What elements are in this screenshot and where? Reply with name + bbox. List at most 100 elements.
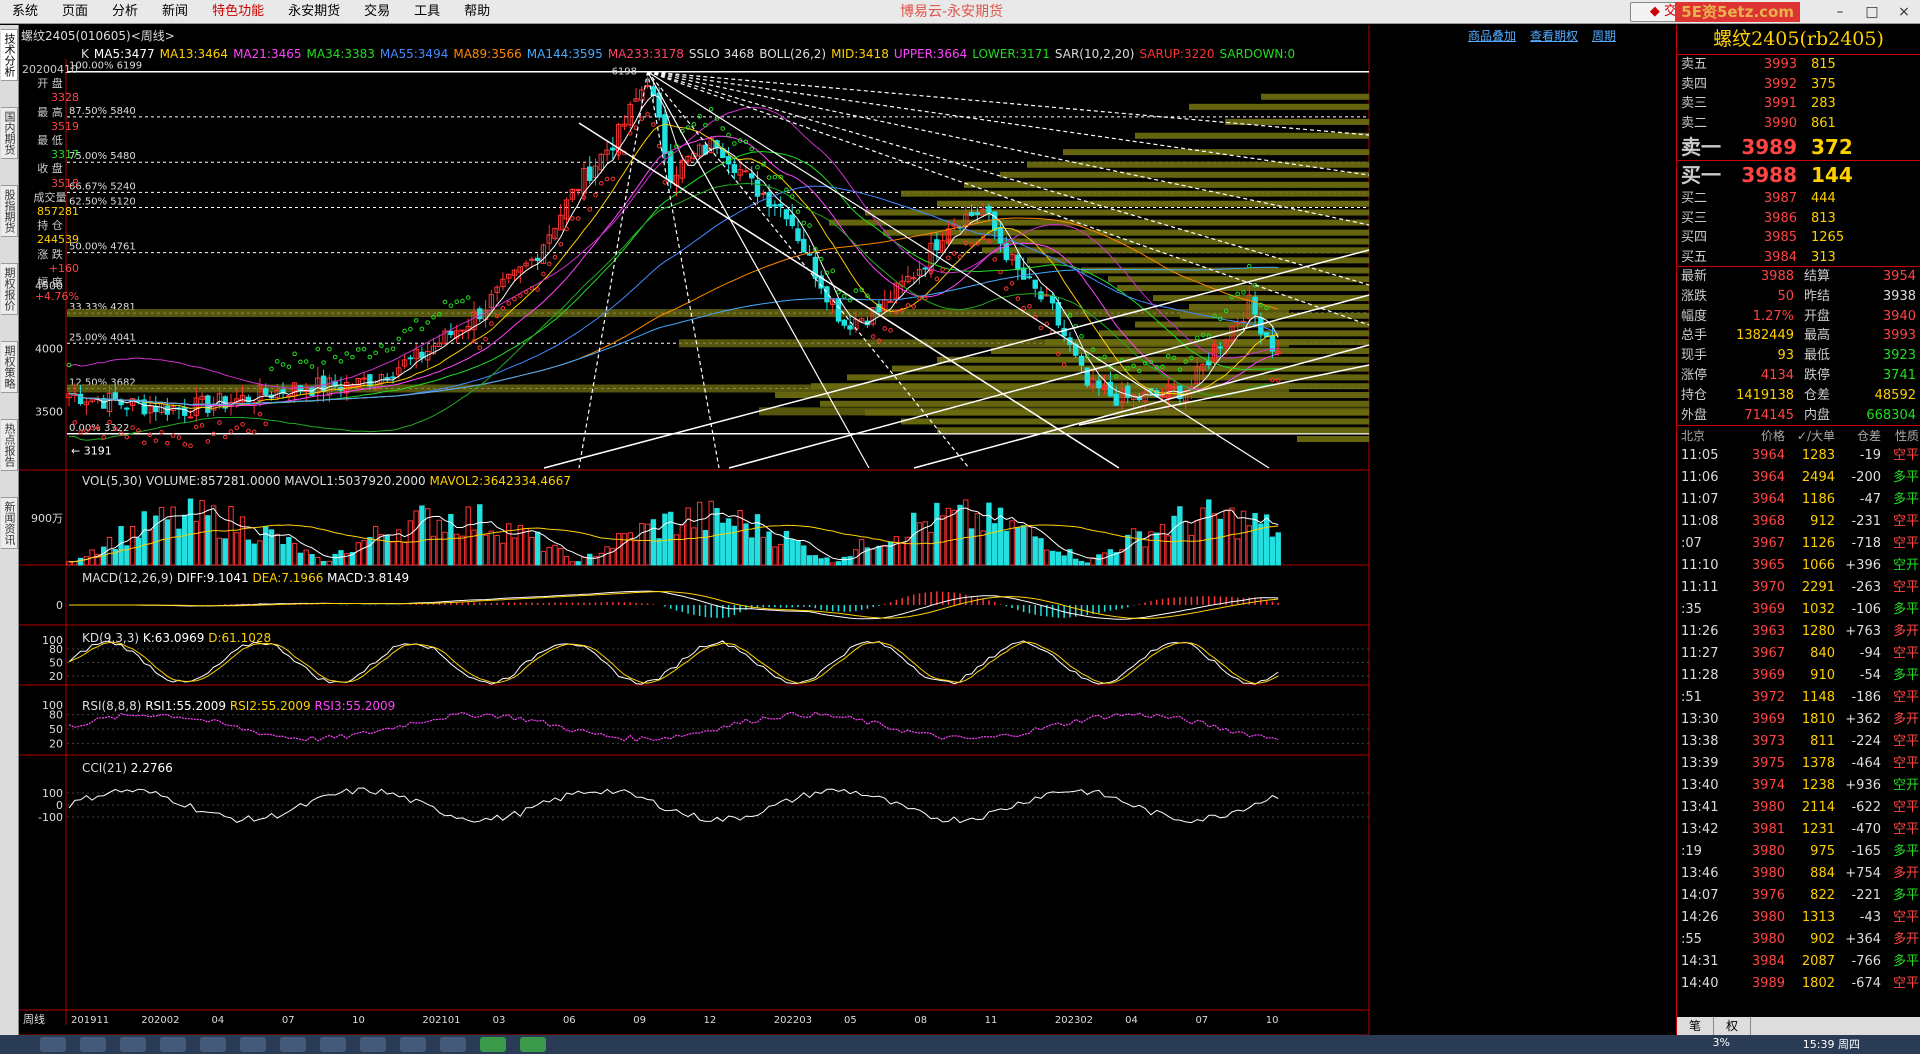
menu-item[interactable]: 特色功能 [200,0,276,24]
volume-bar [217,538,221,565]
sar-dot [299,360,303,364]
sar-dot [588,208,592,212]
sar-dot [403,329,407,333]
minimize-icon[interactable]: – [1824,0,1856,24]
tick-volume: 1231 [1785,819,1835,841]
taskbar-app-icon[interactable] [520,1037,546,1052]
left-tab[interactable]: 技术分析 [1,29,18,81]
ask-row[interactable]: 卖二3990861 [1677,114,1920,134]
sar-dot [368,355,372,359]
menu-item[interactable]: 永安期货 [276,0,352,24]
left-tab[interactable]: 国内期货 [1,107,18,159]
volume-bar [420,506,424,565]
menu-item[interactable]: 帮助 [452,0,502,24]
taskbar-app-icon[interactable] [200,1037,226,1052]
left-tab[interactable]: 新闻资讯 [1,497,18,549]
volume-bar [78,558,82,565]
sar-dot [605,177,609,181]
taskbar-app-icon[interactable] [160,1037,186,1052]
taskbar-app-icon[interactable] [440,1037,466,1052]
taskbar-app-icon[interactable] [280,1037,306,1052]
sar-dot [721,127,725,131]
ask-row[interactable]: 卖三3991283 [1677,94,1920,114]
volume-bar [559,548,563,565]
chart-canvas[interactable]: 100.00% 619987.50% 584075.00% 548066.67%… [19,25,1676,1035]
menu-item[interactable]: 新闻 [150,0,200,24]
menu-item[interactable]: 工具 [402,0,452,24]
chart-area[interactable]: 100.00% 619987.50% 584075.00% 548066.67%… [19,25,1676,1035]
taskbar-app-icon[interactable] [80,1037,106,1052]
taskbar-app-icon[interactable] [120,1037,146,1052]
ask-volume: 375 [1797,75,1877,95]
sar-dot [223,435,227,439]
tick-volume: 2291 [1785,577,1835,599]
quote-tab[interactable]: 权 [1714,1017,1751,1035]
menu-item[interactable]: 页面 [50,0,100,24]
tick-price: 3989 [1727,973,1785,995]
sar-dot [773,175,777,179]
volume-panel-label: VOL(5,30) VOLUME:857281.0000 MAVOL1:5037… [82,474,571,488]
candle-body [1114,394,1118,405]
volume-bar [130,527,134,565]
ask-row[interactable]: 卖一3989372 [1677,133,1920,161]
bid-row[interactable]: 买二3987444 [1677,189,1920,209]
volume-bar [1207,500,1211,565]
sar-dot [652,123,656,127]
peak-label: 6198 [612,67,637,78]
sar-dot [889,329,893,333]
bid-row[interactable]: 买一3988144 [1677,161,1920,189]
ask-row[interactable]: 卖四3992375 [1677,75,1920,95]
taskbar-app-icon[interactable] [40,1037,66,1052]
quote-tab[interactable]: 笔 [1677,1017,1714,1035]
taskbar-app-icon[interactable] [480,1037,506,1052]
volume-bar [709,501,713,565]
volume-bar [142,512,146,565]
volume-bar [1230,508,1234,565]
volume-bar [975,514,979,565]
chart-link[interactable]: 查看期权 [1530,27,1578,44]
rsi-line [69,712,1278,741]
menu-item[interactable]: 系统 [0,0,50,24]
volume-bar [831,563,835,565]
candle-body [1033,280,1037,288]
maximize-icon[interactable]: □ [1856,0,1888,24]
tick-price: 3965 [1727,555,1785,577]
taskbar-app-icon[interactable] [320,1037,346,1052]
sar-dot [218,421,222,425]
bid-row[interactable]: 买三3986813 [1677,209,1920,229]
chart-link[interactable]: 商品叠加 [1468,27,1516,44]
menu-item[interactable]: 分析 [100,0,150,24]
tick-row: 11:273967840-94空平 [1677,643,1920,665]
menu-item[interactable]: 交易 [352,0,402,24]
taskbar-app-icon[interactable] [240,1037,266,1052]
bid-price: 3988 [1722,161,1797,189]
bid-row[interactable]: 买四39851265 [1677,228,1920,248]
sar-dot [767,176,771,180]
sar-dot [727,133,731,137]
left-tab[interactable]: 期权策略 [1,341,18,393]
volume-bar [657,539,661,565]
sar-dot [351,355,355,359]
tick-list[interactable]: 北京价格✓/大单仓差性质11:0539641283-19空平11:0639642… [1677,425,1920,995]
chart-link[interactable]: 周期 [1592,27,1616,44]
volume-bar [165,520,169,565]
taskbar-app-icon[interactable] [400,1037,426,1052]
close-icon[interactable]: × [1888,0,1920,24]
tick-oi-change: -47 [1835,489,1881,511]
ask-row[interactable]: 卖五3993815 [1677,55,1920,75]
volume-bar [802,546,806,565]
gann-fan-line [648,72,719,468]
left-tab[interactable]: 期权报价 [1,263,18,315]
tick-time: 11:08 [1677,511,1727,533]
tick-volume: 822 [1785,885,1835,907]
candle-body [750,174,754,178]
left-tab[interactable]: 股指期货 [1,185,18,237]
bid-row[interactable]: 买五3984313 [1677,248,1920,268]
tick-time: :55 [1677,929,1727,951]
tick-oi-change: +396 [1835,555,1881,577]
volume-bar [1178,507,1182,565]
taskbar-app-icon[interactable] [360,1037,386,1052]
left-tab[interactable]: 热点报告 [1,419,18,471]
quote-stats: 最新3988结算3954涨跌50昨结3938幅度1.27%开盘3940总手138… [1677,267,1920,425]
tick-price: 3980 [1727,907,1785,929]
